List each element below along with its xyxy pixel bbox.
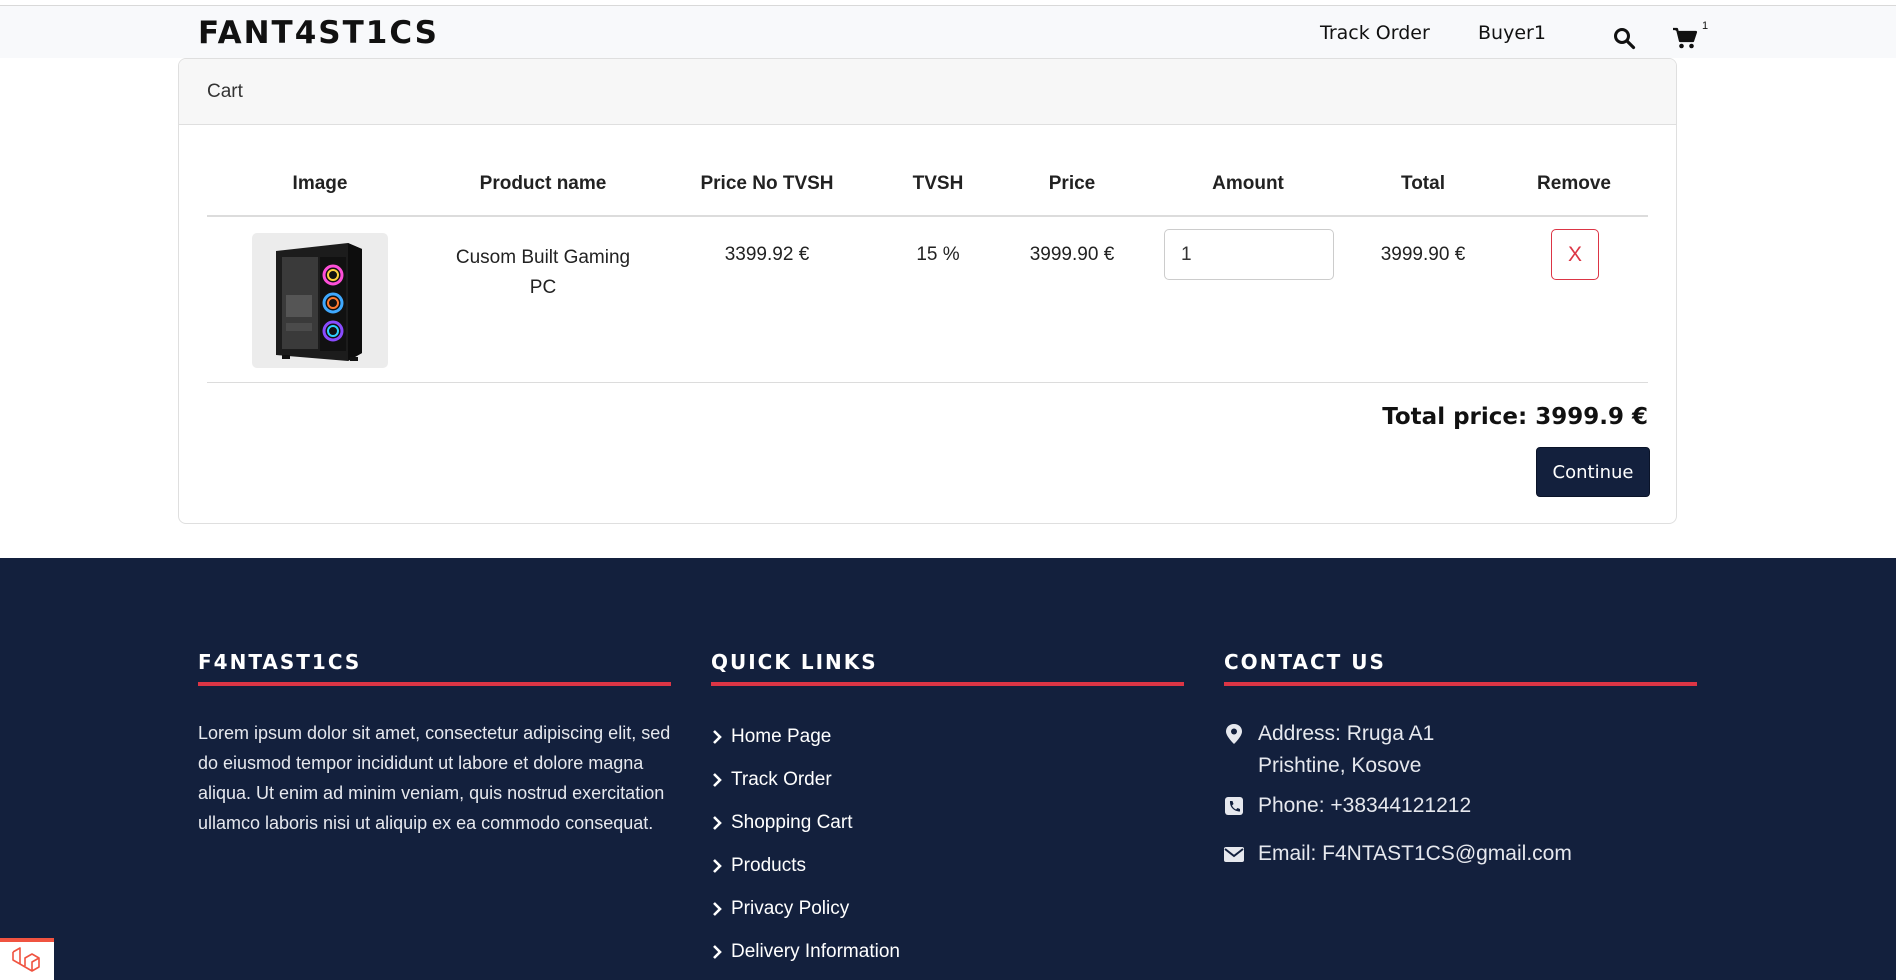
column-header-product-name: Product name	[479, 173, 607, 194]
footer-link-track-order[interactable]: Track Order	[711, 769, 900, 812]
footer-quick-links-title: QUICK LINKS	[711, 650, 878, 674]
amount-input[interactable]	[1164, 229, 1334, 280]
chevron-right-icon	[713, 773, 722, 787]
phone-square-icon	[1225, 797, 1243, 815]
chevron-right-icon	[713, 859, 722, 873]
footer-link-label: Products	[731, 855, 806, 876]
nav-link-user[interactable]: Buyer1	[1478, 22, 1546, 44]
cart-count-badge: 1	[1702, 20, 1709, 32]
footer-link-label: Home Page	[731, 726, 832, 747]
footer-link-privacy-policy[interactable]: Privacy Policy	[711, 898, 900, 941]
footer-link-label: Track Order	[731, 769, 832, 790]
contact-address: Address: Rruga A1 Prishtine, Kosove	[1224, 718, 1434, 782]
navbar: FANT4ST1CS Track Order Buyer1 1	[0, 6, 1896, 58]
footer-quick-links-list: Home Page Track Order Shopping Cart Prod…	[711, 726, 900, 980]
chevron-right-icon	[713, 945, 722, 959]
contact-phone-text: Phone: +38344121212	[1258, 794, 1472, 817]
continue-button[interactable]: Continue	[1536, 447, 1650, 497]
footer-quick-links-underline	[711, 682, 1184, 686]
footer-link-shopping-cart[interactable]: Shopping Cart	[711, 812, 900, 855]
remove-item-button[interactable]: X	[1551, 229, 1599, 280]
table-bottom-divider	[207, 382, 1648, 383]
contact-email-text[interactable]: Email: F4NTAST1CS@gmail.com	[1258, 838, 1572, 870]
column-header-price-no-tvsh: Price No TVSH	[700, 173, 834, 194]
laravel-debugbar-toggle[interactable]	[0, 938, 54, 980]
gaming-pc-case-image	[276, 243, 362, 361]
footer-contact-underline	[1224, 682, 1697, 686]
price-no-tvsh-value: 3399.92 €	[724, 244, 810, 265]
map-marker-icon	[1226, 724, 1242, 744]
column-header-image: Image	[292, 173, 348, 194]
nav-link-track-order[interactable]: Track Order	[1320, 22, 1430, 44]
total-value: 3999.90 €	[1380, 244, 1466, 265]
footer-link-label: Delivery Information	[731, 941, 900, 962]
search-icon[interactable]	[1612, 26, 1636, 50]
footer-link-products[interactable]: Products	[711, 855, 900, 898]
product-name: Cusom Built Gaming PC	[456, 243, 630, 303]
product-image	[252, 233, 388, 368]
tvsh-value: 15 %	[916, 244, 960, 265]
footer-contact-title: CONTACT US	[1224, 650, 1386, 674]
footer-about-title: F4NTAST1CS	[198, 650, 362, 674]
product-name-line-1: Cusom Built Gaming	[455, 247, 631, 268]
footer-link-delivery-information[interactable]: Delivery Information	[711, 941, 900, 980]
footer-about-text: Lorem ipsum dolor sit amet, consectetur …	[198, 723, 671, 833]
price-value: 3999.90 €	[1029, 244, 1115, 265]
column-header-total: Total	[1401, 173, 1445, 194]
envelope-icon	[1224, 847, 1244, 862]
cart-icon[interactable]	[1672, 26, 1698, 50]
footer: F4NTAST1CS Lorem ipsum dolor sit amet, c…	[0, 558, 1896, 980]
footer-link-home-page[interactable]: Home Page	[711, 726, 900, 769]
footer-link-label: Privacy Policy	[731, 898, 850, 919]
column-header-tvsh: TVSH	[912, 173, 964, 194]
column-header-remove: Remove	[1537, 173, 1611, 194]
cart-card-header: Cart	[179, 59, 1676, 125]
product-name-line-2: PC	[529, 277, 557, 298]
total-price: Total price: 3999.9 €	[1382, 404, 1648, 430]
footer-about-underline	[198, 682, 671, 686]
contact-address-line-1: Address: Rruga A1	[1258, 722, 1435, 745]
chevron-right-icon	[713, 816, 722, 830]
column-header-price: Price	[1048, 173, 1096, 194]
chevron-right-icon	[713, 902, 722, 916]
brand-logo[interactable]: FANT4ST1CS	[198, 15, 439, 51]
column-header-amount: Amount	[1212, 173, 1284, 194]
contact-email: Email: F4NTAST1CS@gmail.com	[1224, 838, 1572, 870]
contact-address-line-2: Prishtine, Kosove	[1258, 754, 1422, 777]
chevron-right-icon	[713, 730, 722, 744]
cart-card: Cart Image Product name Price No TVSH TV…	[178, 58, 1677, 524]
laravel-logo-icon	[12, 947, 40, 972]
contact-phone: Phone: +38344121212	[1224, 790, 1471, 822]
table-header-divider	[207, 215, 1648, 217]
footer-link-label: Shopping Cart	[731, 812, 853, 833]
